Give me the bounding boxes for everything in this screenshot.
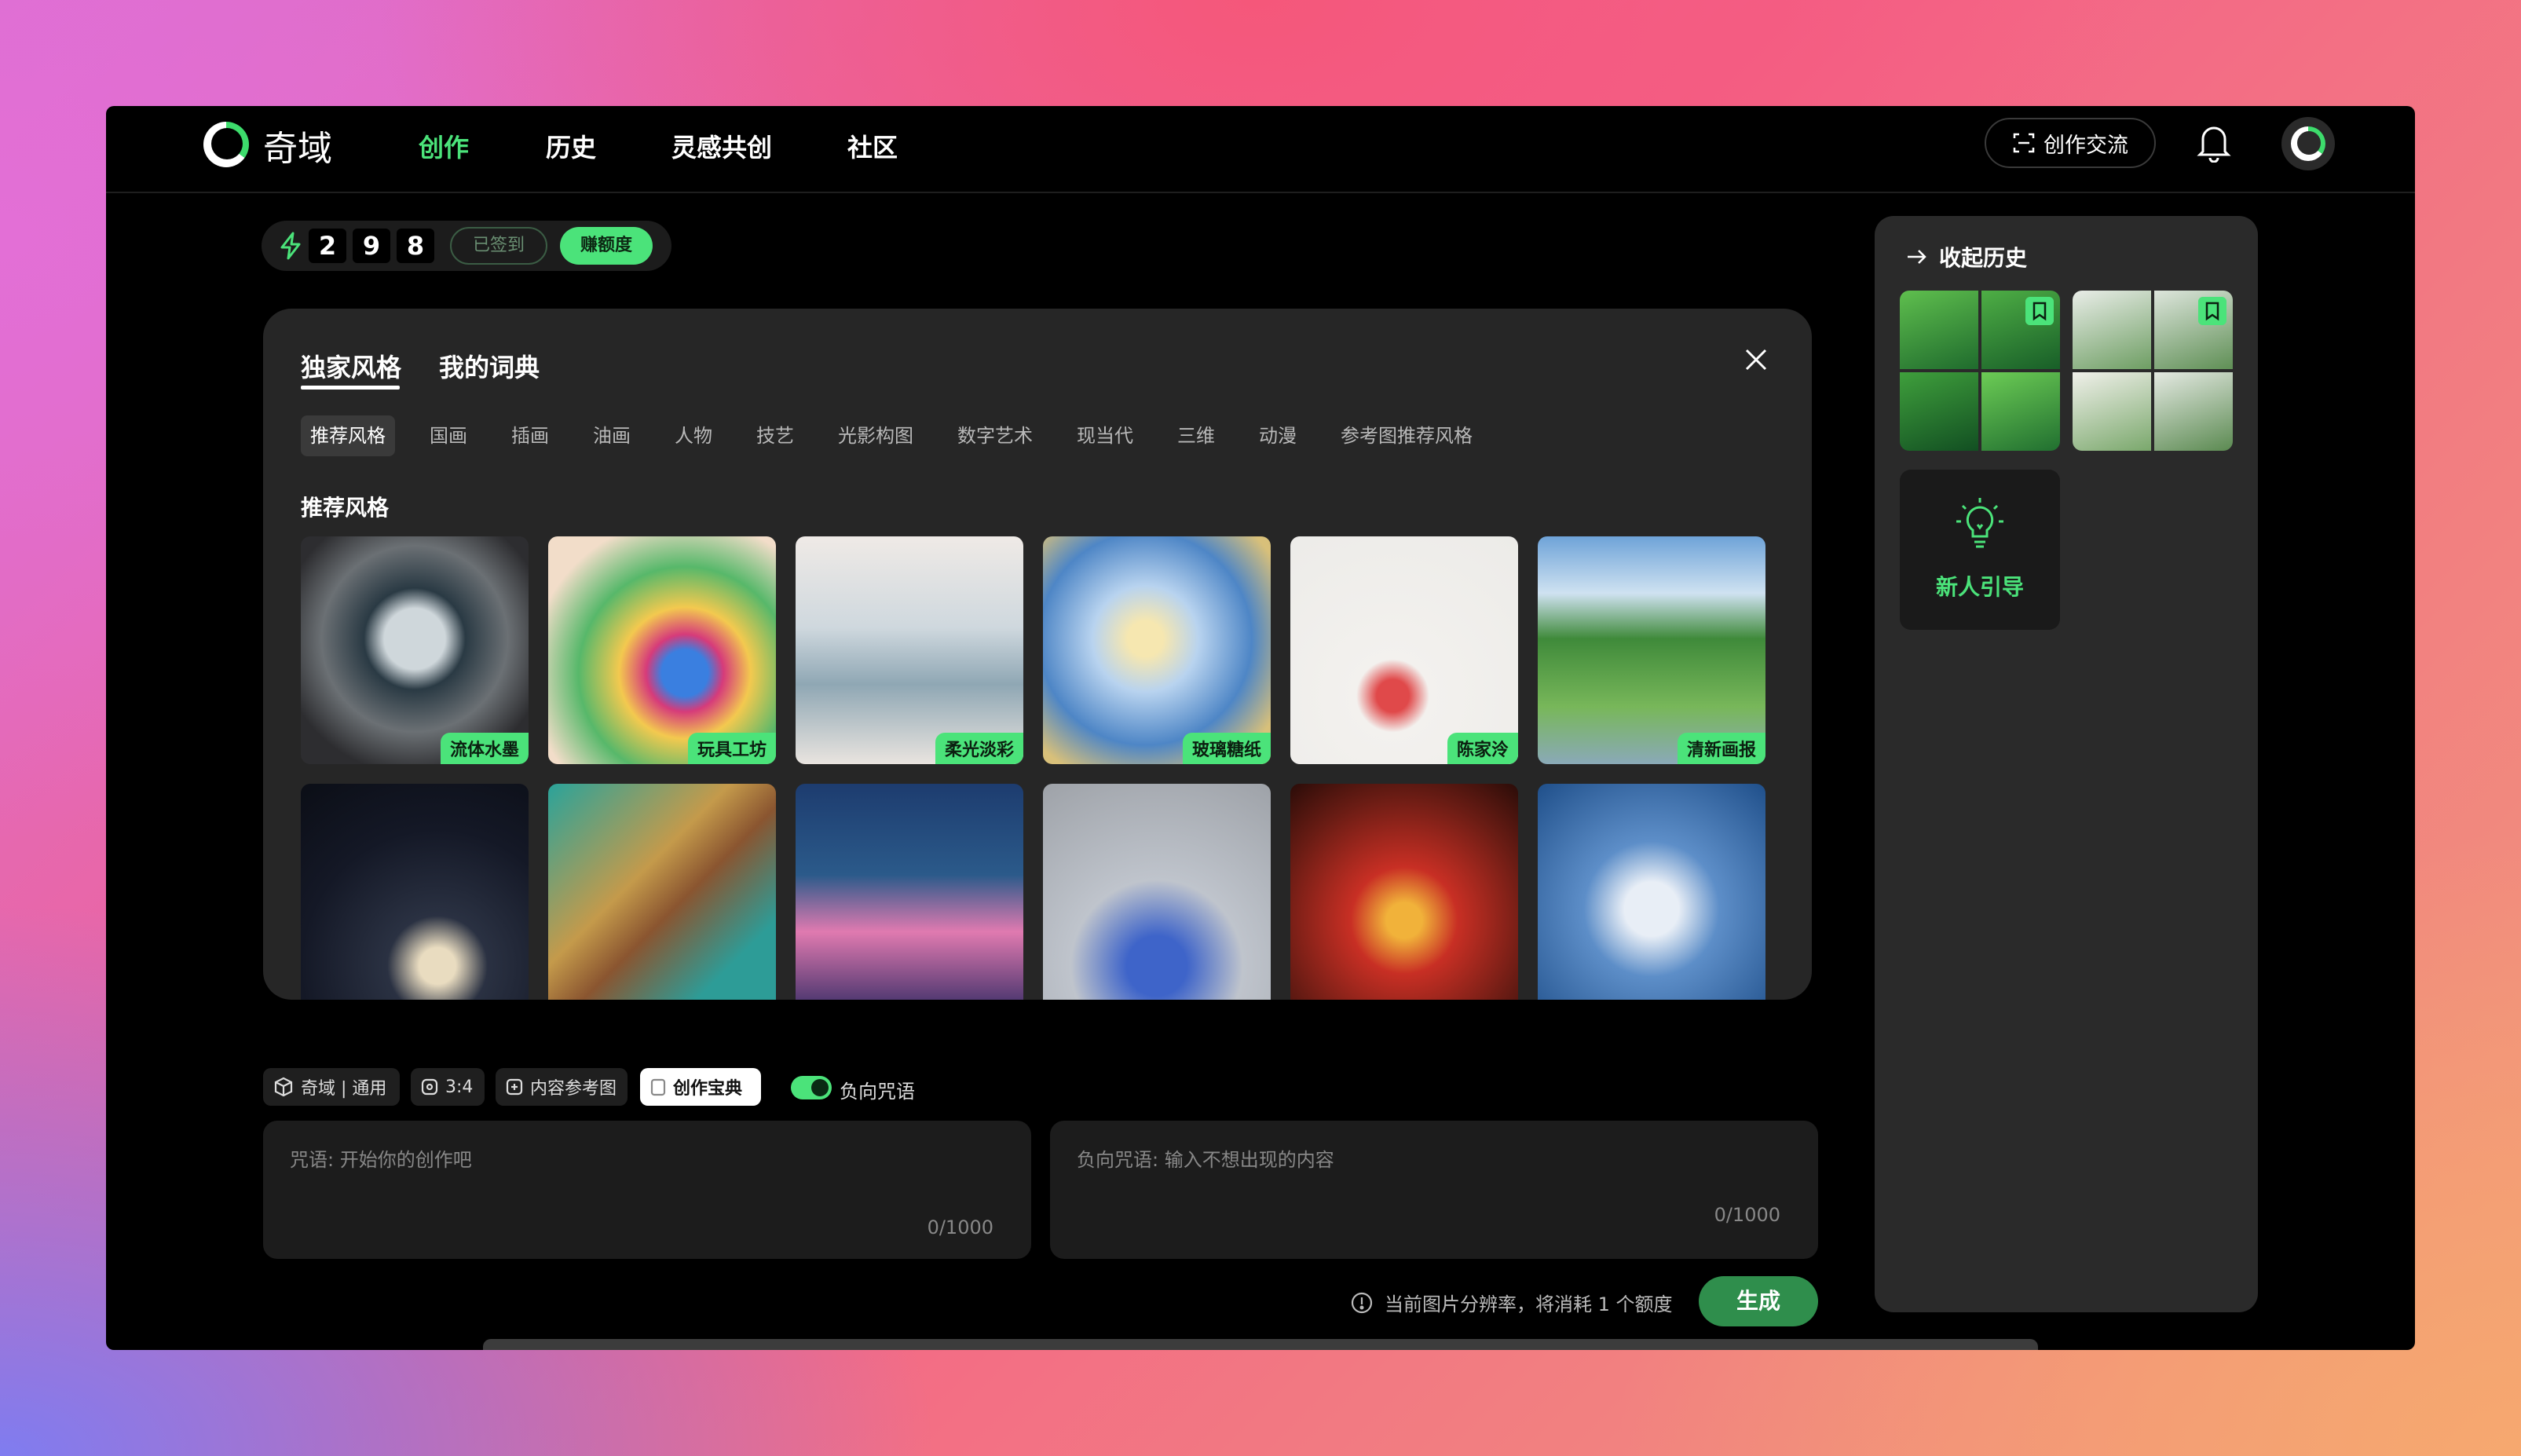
credit-digit: 9 xyxy=(353,229,390,263)
generate-button[interactable]: 生成 xyxy=(1699,1276,1818,1326)
negative-prompt-char-count: 0/1000 xyxy=(1714,1204,1780,1226)
style-card-label: 流体水墨 xyxy=(440,733,529,764)
bookmark-icon[interactable] xyxy=(2025,297,2054,325)
app-name[interactable]: 奇域 xyxy=(263,120,332,170)
category-chip[interactable]: 油画 xyxy=(584,415,640,456)
credits-bar: 2 9 8 已签到 赚额度 xyxy=(262,221,671,271)
negative-prompt-toggle-label: 负向咒语 xyxy=(840,1081,915,1103)
add-square-icon xyxy=(506,1078,523,1096)
style-card[interactable]: 陈家泠 xyxy=(1290,536,1518,764)
tab-my-dictionary[interactable]: 我的词典 xyxy=(439,348,540,384)
active-tab-indicator xyxy=(301,386,400,390)
style-card-label: 柔光淡彩 xyxy=(935,733,1023,764)
beginner-guide-label: 新人引导 xyxy=(1935,574,2024,600)
ratio-label: 3:4 xyxy=(445,1077,474,1097)
prompt-placeholder: 咒语: 开始你的创作吧 xyxy=(290,1149,472,1171)
category-chip[interactable]: 三维 xyxy=(1168,415,1224,456)
style-card-label: 清新画报 xyxy=(1677,733,1765,764)
tab-exclusive-style[interactable]: 独家风格 xyxy=(301,348,401,384)
category-chip[interactable]: 光影构图 xyxy=(829,415,923,456)
style-card-label: 玻璃糖纸 xyxy=(1182,733,1271,764)
credit-digit: 8 xyxy=(397,229,434,263)
category-chip[interactable]: 参考图推荐风格 xyxy=(1331,415,1482,456)
style-card[interactable]: 流体水墨 xyxy=(301,536,529,764)
category-chip[interactable]: 技艺 xyxy=(747,415,803,456)
style-category-list: 推荐风格 国画 插画 油画 人物 技艺 光影构图 数字艺术 现当代 三维 动漫 … xyxy=(301,415,1507,456)
history-thumbnail[interactable] xyxy=(1900,291,2060,451)
cube-icon xyxy=(274,1077,293,1097)
negative-prompt-input[interactable]: 负向咒语: 输入不想出现的内容 0/1000 xyxy=(1050,1121,1818,1259)
style-card[interactable]: 柔光淡彩 xyxy=(796,536,1023,764)
handbook-label: 创作宝典 xyxy=(673,1079,743,1099)
style-card[interactable]: 玻璃糖纸 xyxy=(1043,536,1271,764)
scan-icon xyxy=(2013,133,2035,153)
arrow-right-icon xyxy=(1908,250,1926,264)
signed-in-badge: 已签到 xyxy=(450,227,547,265)
user-avatar[interactable] xyxy=(2281,117,2335,170)
negative-prompt-placeholder: 负向咒语: 输入不想出现的内容 xyxy=(1077,1149,1334,1171)
style-card[interactable]: 清新画报 xyxy=(1538,536,1765,764)
style-card[interactable] xyxy=(548,784,776,1000)
close-icon[interactable] xyxy=(1743,346,1769,373)
lightbulb-icon xyxy=(1956,498,2003,548)
category-chip[interactable]: 插画 xyxy=(502,415,558,456)
style-card[interactable]: 玩具工坊 xyxy=(548,536,776,764)
category-chip[interactable]: 国画 xyxy=(420,415,477,456)
creation-exchange-button[interactable]: 创作交流 xyxy=(1985,118,2156,168)
app-window: 奇域 创作 历史 灵感共创 社区 创作交流 2 9 8 已签到 赚额度 独家风格… xyxy=(106,106,2415,1350)
model-label: 奇域 | 通用 xyxy=(301,1079,387,1099)
style-card[interactable] xyxy=(1538,784,1765,1000)
category-chip[interactable]: 现当代 xyxy=(1067,415,1143,456)
category-chip[interactable]: 动漫 xyxy=(1250,415,1306,456)
prompt-input[interactable]: 咒语: 开始你的创作吧 0/1000 xyxy=(263,1121,1031,1259)
collapse-history-label: 收起历史 xyxy=(1939,245,2028,271)
negative-prompt-toggle[interactable] xyxy=(791,1076,832,1099)
creation-exchange-label: 创作交流 xyxy=(2044,133,2128,158)
style-card-label: 陈家泠 xyxy=(1447,733,1518,764)
category-chip[interactable]: 数字艺术 xyxy=(948,415,1042,456)
category-chip[interactable]: 人物 xyxy=(665,415,722,456)
cost-hint-text: 当前图片分辨率，将消耗 1 个额度 xyxy=(1385,1293,1673,1315)
aspect-ratio-selector[interactable]: 3:4 xyxy=(411,1068,485,1106)
handbook-button[interactable]: 创作宝典 xyxy=(640,1068,761,1106)
nav-history[interactable]: 历史 xyxy=(546,128,596,164)
info-icon xyxy=(1351,1292,1373,1313)
style-card[interactable] xyxy=(1290,784,1518,1000)
cost-hint: 当前图片分辨率，将消耗 1 个额度 xyxy=(1350,1289,1673,1316)
style-card-label: 玩具工坊 xyxy=(687,733,776,764)
lightning-icon xyxy=(280,232,301,260)
bottom-dock xyxy=(483,1339,2038,1350)
top-bar: 奇域 创作 历史 灵感共创 社区 创作交流 xyxy=(106,106,2415,193)
prompt-char-count: 0/1000 xyxy=(927,1216,993,1238)
style-card[interactable] xyxy=(301,784,529,1000)
style-panel: 独家风格 我的词典 推荐风格 国画 插画 油画 人物 技艺 光影构图 数字艺术 … xyxy=(263,309,1812,1000)
history-sidebar: 收起历史 新人引导 xyxy=(1875,216,2258,1312)
style-card[interactable] xyxy=(1043,784,1271,1000)
nav-create[interactable]: 创作 xyxy=(419,128,469,164)
bookmark-icon[interactable] xyxy=(2198,297,2226,325)
section-title: 推荐风格 xyxy=(301,495,390,521)
nav-inspiration[interactable]: 灵感共创 xyxy=(671,128,772,164)
credit-digit: 2 xyxy=(309,229,346,263)
book-icon xyxy=(650,1078,666,1096)
history-thumbnail[interactable] xyxy=(2073,291,2233,451)
style-card[interactable] xyxy=(796,784,1023,1000)
content-reference-label: 内容参考图 xyxy=(530,1079,617,1099)
content-reference-button[interactable]: 内容参考图 xyxy=(496,1068,628,1106)
model-selector[interactable]: 奇域 | 通用 xyxy=(263,1068,400,1106)
category-chip[interactable]: 推荐风格 xyxy=(301,415,395,456)
bell-icon[interactable] xyxy=(2195,122,2233,163)
beginner-guide-card[interactable]: 新人引导 xyxy=(1900,470,2060,630)
logo-icon[interactable] xyxy=(203,122,249,167)
ratio-icon xyxy=(421,1078,438,1096)
nav-community[interactable]: 社区 xyxy=(847,128,898,164)
collapse-history-button[interactable]: 收起历史 xyxy=(1904,241,2027,273)
earn-credits-button[interactable]: 赚额度 xyxy=(560,227,653,265)
